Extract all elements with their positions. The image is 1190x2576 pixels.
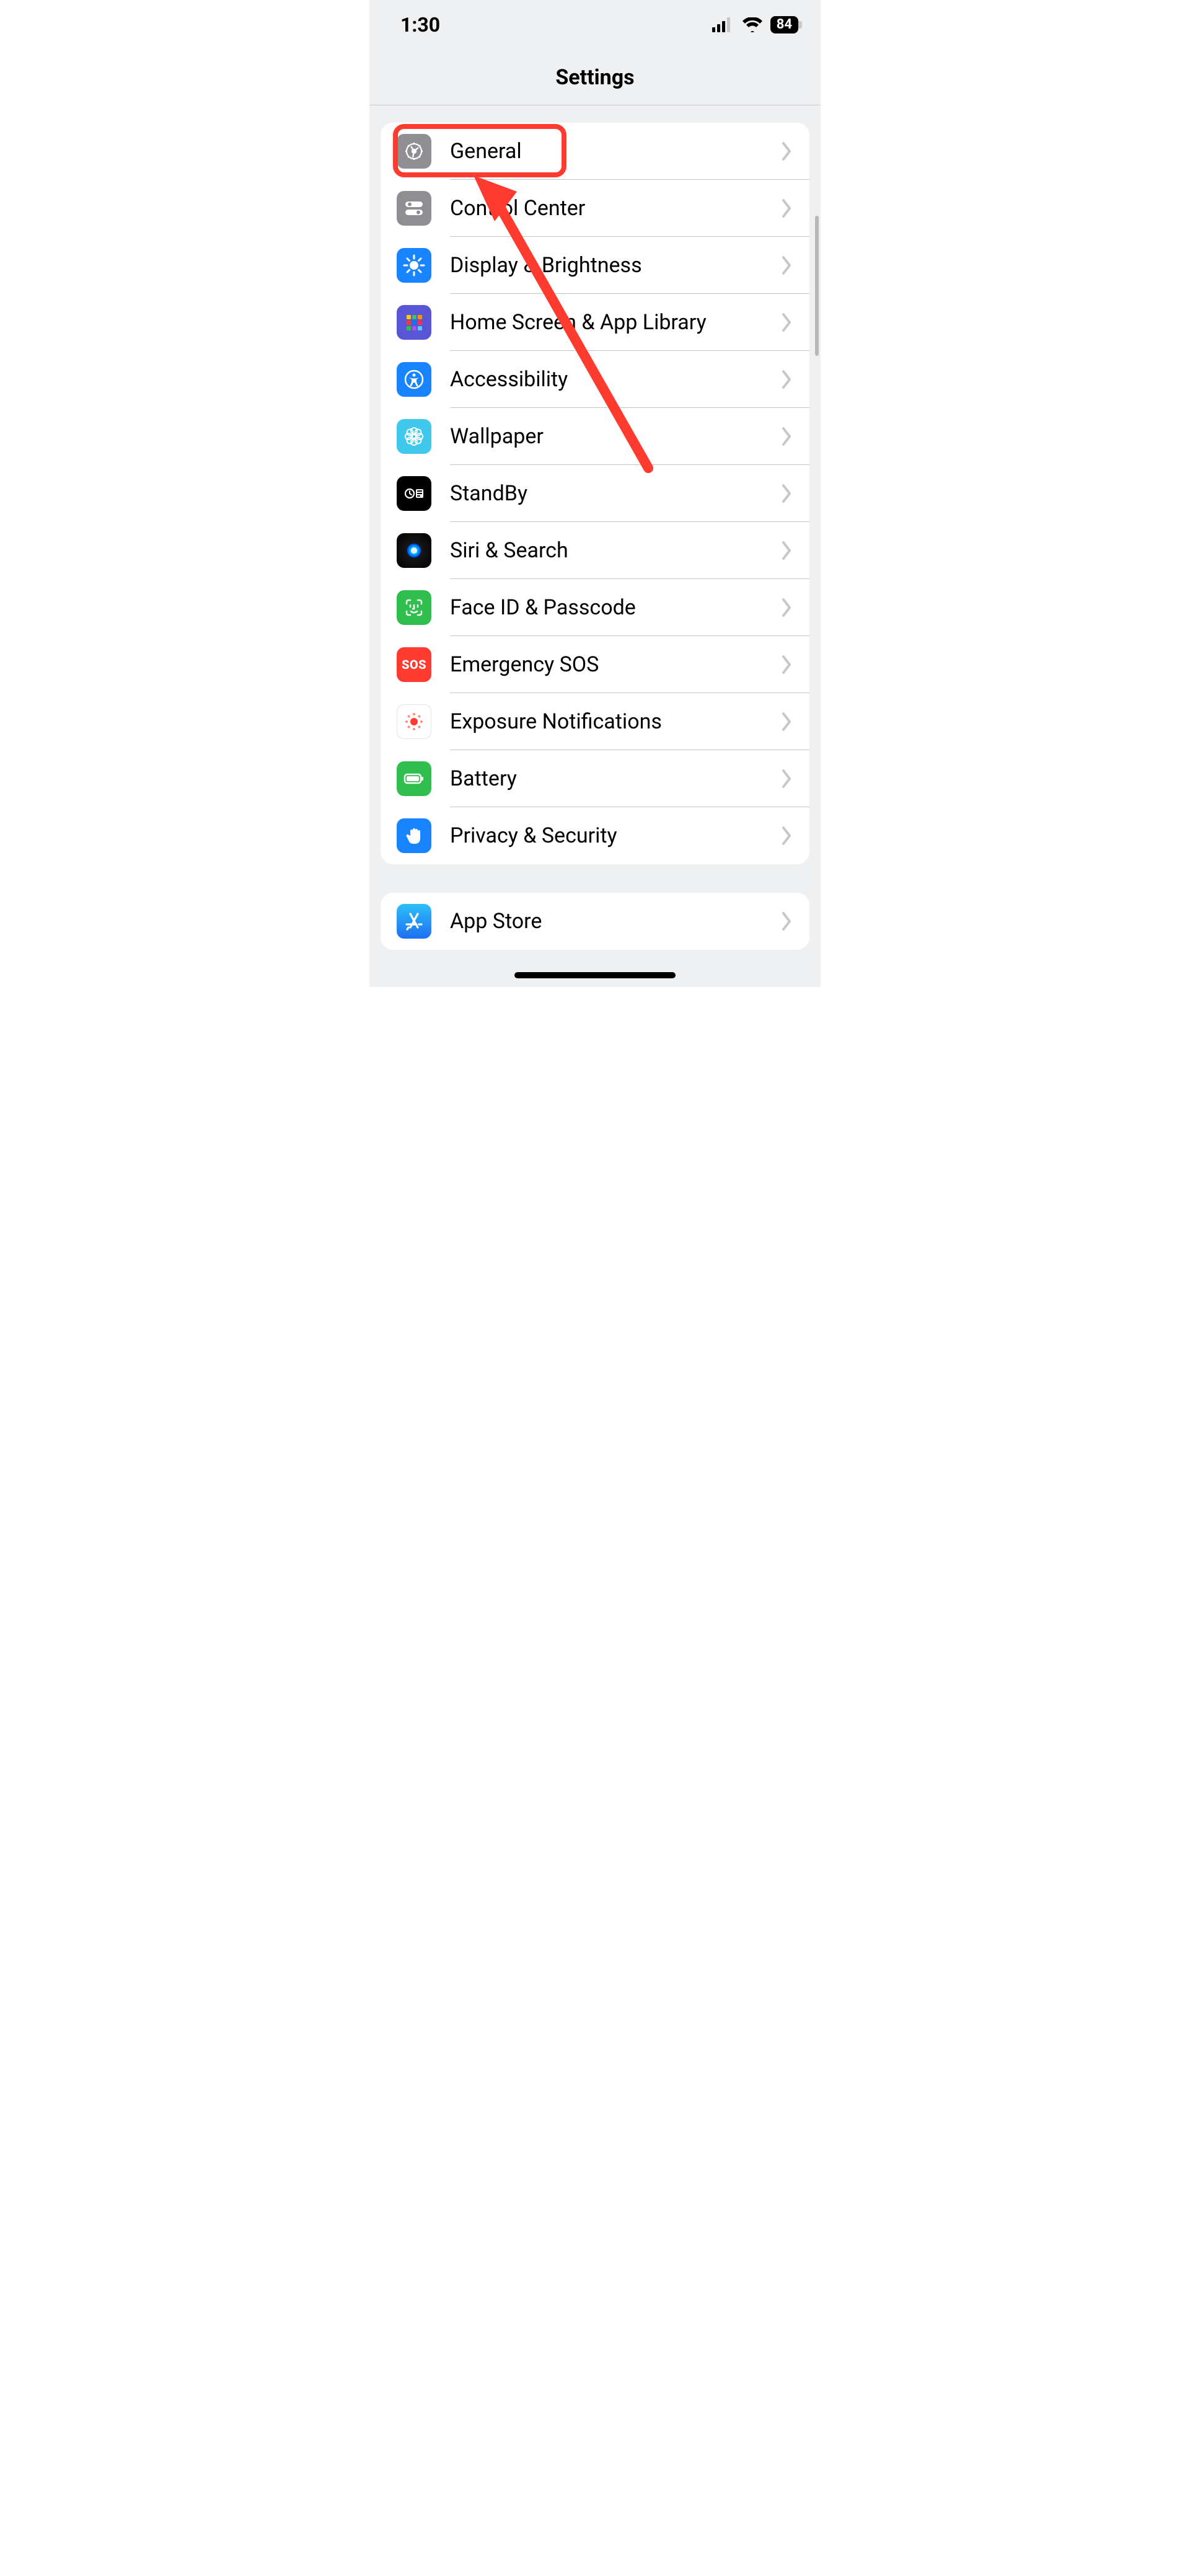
row-battery[interactable]: Battery [381, 750, 809, 807]
person-circle-icon [397, 362, 431, 397]
row-label: Battery [450, 766, 762, 791]
settings-screen: 1:30 84 Settings [369, 0, 821, 987]
row-label: Emergency SOS [450, 652, 762, 677]
row-label: Display & Brightness [450, 253, 762, 278]
battery-icon [397, 761, 431, 796]
chevron-right-icon [781, 312, 793, 333]
chevron-right-icon [781, 911, 793, 932]
row-label: Control Center [450, 196, 762, 221]
sun-icon [397, 248, 431, 283]
chevron-right-icon [781, 654, 793, 675]
chevron-right-icon [781, 597, 793, 618]
chevron-right-icon [781, 540, 793, 561]
hand-icon [397, 818, 431, 853]
row-home-screen[interactable]: Home Screen & App Library [381, 294, 809, 351]
row-label: Privacy & Security [450, 823, 762, 848]
status-time: 1:30 [400, 13, 440, 37]
row-general[interactable]: General [381, 123, 809, 180]
page-title: Settings [555, 65, 634, 90]
grid-icon [397, 305, 431, 340]
siri-icon [397, 533, 431, 568]
status-bar: 1:30 84 [369, 0, 821, 50]
row-exposure[interactable]: Exposure Notifications [381, 693, 809, 750]
row-sos[interactable]: SOS Emergency SOS [381, 636, 809, 693]
chevron-right-icon [781, 768, 793, 789]
settings-group-stores: App Store [381, 893, 809, 950]
battery-indicator: 84 [770, 16, 798, 33]
chevron-right-icon [781, 825, 793, 846]
row-accessibility[interactable]: Accessibility [381, 351, 809, 408]
scrollbar-indicator [815, 216, 819, 356]
row-label: Exposure Notifications [450, 709, 762, 734]
row-privacy[interactable]: Privacy & Security [381, 807, 809, 864]
faceid-icon [397, 590, 431, 625]
row-display[interactable]: Display & Brightness [381, 237, 809, 294]
toggles-icon [397, 191, 431, 226]
row-standby[interactable]: StandBy [381, 465, 809, 522]
chevron-right-icon [781, 369, 793, 390]
row-label: Siri & Search [450, 538, 762, 563]
row-faceid[interactable]: Face ID & Passcode [381, 579, 809, 636]
row-label: Wallpaper [450, 424, 762, 449]
exposure-icon [397, 704, 431, 739]
row-wallpaper[interactable]: Wallpaper [381, 408, 809, 465]
chevron-right-icon [781, 483, 793, 504]
title-bar: Settings [369, 50, 821, 105]
row-app-store[interactable]: App Store [381, 893, 809, 950]
chevron-right-icon [781, 141, 793, 162]
cellular-icon [712, 17, 734, 32]
settings-group-main: General Control Center Display & Brightn… [381, 123, 809, 864]
row-label: Accessibility [450, 367, 762, 392]
flower-icon [397, 419, 431, 454]
row-label: Face ID & Passcode [450, 595, 762, 620]
home-indicator [514, 972, 676, 978]
row-label: App Store [450, 909, 762, 934]
row-siri[interactable]: Siri & Search [381, 522, 809, 579]
row-label: Home Screen & App Library [450, 310, 762, 335]
sos-icon: SOS [397, 647, 431, 682]
chevron-right-icon [781, 711, 793, 732]
chevron-right-icon [781, 198, 793, 219]
status-icons: 84 [712, 16, 798, 33]
row-control-center[interactable]: Control Center [381, 180, 809, 237]
appstore-icon [397, 904, 431, 939]
chevron-right-icon [781, 255, 793, 276]
wifi-icon [742, 17, 763, 32]
row-label: StandBy [450, 481, 762, 506]
chevron-right-icon [781, 426, 793, 447]
clock-card-icon [397, 476, 431, 511]
gear-icon [397, 134, 431, 169]
row-label: General [450, 139, 762, 164]
